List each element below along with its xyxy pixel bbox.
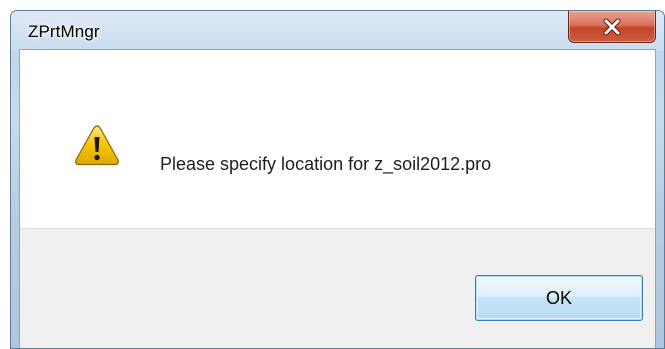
screen: ZPrtMngr Please specify location for z_s… [0,0,665,349]
dialog-message: Please specify location for z_soil2012.p… [160,154,492,174]
window-title: ZPrtMngr [28,22,100,41]
close-icon [603,18,621,35]
title-bar[interactable]: ZPrtMngr [11,11,664,49]
dialog-client-area: Please specify location for z_soil2012.p… [19,49,656,348]
ok-button[interactable]: OK [475,275,643,321]
close-button[interactable] [568,11,656,43]
button-bar: OK [20,228,655,348]
message-dialog-window: ZPrtMngr Please specify location for z_s… [10,10,665,349]
warning-icon [75,125,119,166]
message-area: Please specify location for z_soil2012.p… [20,50,655,228]
